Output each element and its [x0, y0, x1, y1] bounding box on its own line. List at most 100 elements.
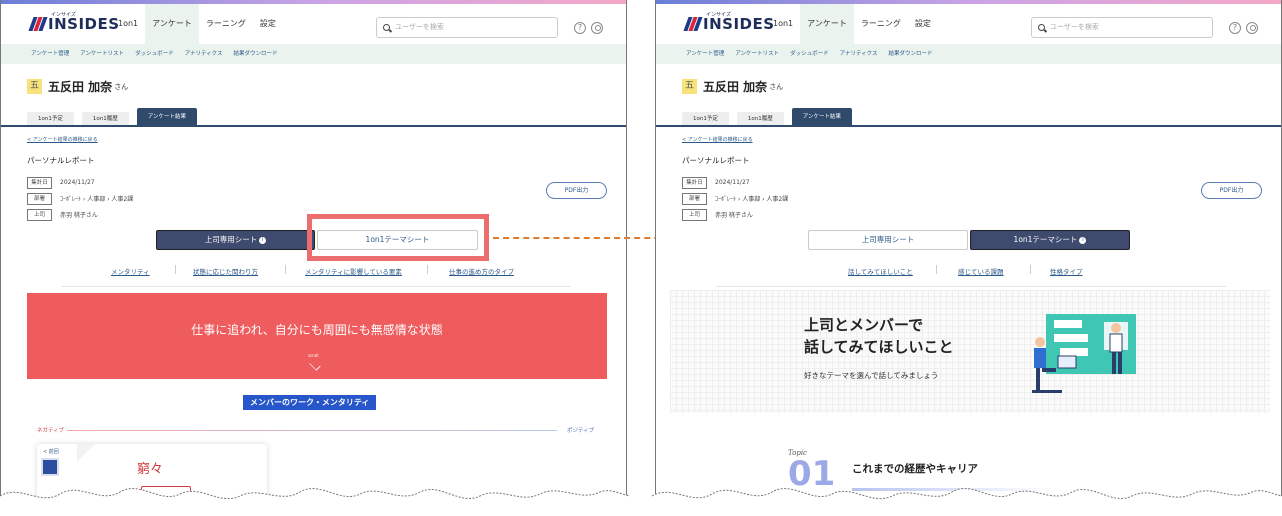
nav-survey[interactable]: アンケート	[145, 4, 199, 44]
torn-edge	[0, 488, 1282, 516]
person-suffix: さん	[114, 82, 129, 91]
search-icon	[1038, 24, 1045, 31]
info-row: 部署 ｺｰﾎﾟﾚｰﾄ › 人事部 › 人事2課	[27, 191, 133, 206]
state-banner: 仕事に追われ、自分にも周囲にも無感情な状態 scroll	[27, 293, 607, 379]
nav-survey[interactable]: アンケート	[800, 4, 854, 44]
subnav-survey-list[interactable]: アンケートリスト	[80, 44, 132, 64]
search-placeholder: ユーザーを検索	[1050, 23, 1099, 31]
subnav-survey-list[interactable]: アンケートリスト	[735, 44, 787, 64]
back-link[interactable]: < アンケート結果の推移に戻る	[682, 136, 753, 143]
theme-sheet-label: 1on1テーマシート	[1013, 235, 1078, 244]
link-work-style[interactable]: 仕事の進め方のタイプ	[449, 266, 514, 276]
pdf-export-button[interactable]: PDF出力	[546, 182, 607, 199]
info-label: 集計日	[27, 176, 52, 189]
top-nav: インサイズ INSIDES 1on1 アンケート ラーニング 設定 ユーザーを検…	[656, 4, 1281, 44]
pdf-export-label: PDF出力	[564, 187, 589, 194]
help-icon[interactable]: ?	[1229, 22, 1241, 34]
link-personality[interactable]: 性格タイプ	[1050, 266, 1083, 276]
subnav-analytics[interactable]: アナリティクス	[840, 44, 886, 64]
info-row: 部署 ｺｰﾎﾟﾚｰﾄ › 人事部 › 人事2課	[682, 191, 788, 206]
link-topics[interactable]: 話してみてほしいこと	[848, 266, 913, 276]
insides-logo[interactable]: インサイズ INSIDES	[28, 12, 120, 32]
link-factors[interactable]: メンタリティに影響している要素	[305, 266, 402, 276]
right-panel: インサイズ INSIDES 1on1 アンケート ラーニング 設定 ユーザーを検…	[655, 0, 1282, 516]
info-label: 上司	[682, 208, 707, 221]
boss-sheet-label: 上司専用シート	[204, 235, 258, 244]
main-nav: 1on1 アンケート ラーニング 設定	[111, 4, 283, 44]
subnav-download[interactable]: 結果ダウンロード	[888, 44, 940, 64]
topic-hero: 上司とメンバーで 話してみてほしいこと 好きなテーマを選んで話してみましょう	[670, 290, 1270, 413]
info-value: ｺｰﾎﾟﾚｰﾄ › 人事部 › 人事2課	[60, 196, 134, 203]
tab-1on1-history[interactable]: 1on1履歴	[736, 112, 784, 126]
logo-mark-icon	[683, 17, 703, 31]
hero-subtitle: 好きなテーマを選んで話してみましょう	[804, 371, 939, 380]
tab-survey-results[interactable]: アンケート結果	[791, 108, 852, 126]
main-nav: 1on1 アンケート ラーニング 設定	[766, 4, 938, 44]
section-badge: メンバーのワーク・メンタリティ	[243, 395, 377, 410]
search-input[interactable]: ユーザーを検索	[376, 17, 558, 38]
hero-title: 上司とメンバーで 話してみてほしいこと	[804, 314, 1004, 358]
nav-1on1[interactable]: 1on1	[766, 4, 800, 44]
nav-settings[interactable]: 設定	[253, 4, 283, 44]
tab-1on1-history[interactable]: 1on1履歴	[81, 112, 129, 126]
link-issues[interactable]: 感じている課題	[958, 266, 1004, 276]
person-header: 五 五反田 加奈 さん	[682, 78, 783, 95]
tab-survey-results[interactable]: アンケート結果	[136, 108, 197, 126]
nav-learning[interactable]: ラーニング	[199, 4, 253, 44]
person-name: 五反田 加奈	[48, 80, 113, 94]
info-label: 集計日	[682, 176, 707, 189]
tab-underline	[656, 125, 1281, 127]
divider	[716, 286, 1226, 287]
search-icon	[383, 24, 390, 31]
hero-title-line-2: 話してみてほしいこと	[804, 338, 954, 356]
previous-link[interactable]: < 前回	[43, 448, 59, 455]
link-separator	[936, 265, 937, 274]
chevron-down-icon	[309, 359, 321, 371]
nav-settings[interactable]: 設定	[908, 4, 938, 44]
info-label: 部署	[682, 192, 707, 205]
nav-learning[interactable]: ラーニング	[854, 4, 908, 44]
highlight-callout	[307, 214, 489, 261]
subnav-dashboard[interactable]: ダッシュボード	[135, 44, 182, 64]
back-link[interactable]: < アンケート結果の推移に戻る	[27, 136, 98, 143]
logo-sub: インサイズ	[51, 12, 76, 18]
boss-sheet-label: 上司専用シート	[861, 235, 915, 244]
info-label: 上司	[27, 208, 52, 221]
card-fold	[77, 444, 95, 462]
subnav-survey-management[interactable]: アンケート管理	[31, 44, 77, 64]
person-suffix: さん	[769, 82, 784, 91]
subnav-dashboard[interactable]: ダッシュボード	[790, 44, 837, 64]
insides-logo[interactable]: インサイズ INSIDES	[683, 12, 775, 32]
subnav-survey-management[interactable]: アンケート管理	[686, 44, 732, 64]
scale-negative-label: ネガティブ	[37, 428, 65, 434]
top-nav: インサイズ INSIDES 1on1 アンケート ラーニング 設定 ユーザーを検…	[1, 4, 626, 44]
info-value: 2024/11/27	[715, 179, 750, 186]
link-engagement[interactable]: 状態に応じた関わり方	[193, 266, 258, 276]
boss-sheet-button[interactable]: 上司専用シート i	[156, 230, 315, 250]
conversation-illustration-icon	[1032, 314, 1136, 393]
help-icon[interactable]: ?	[574, 22, 586, 34]
pdf-export-button[interactable]: PDF出力	[1201, 182, 1262, 199]
subnav-download[interactable]: 結果ダウンロード	[233, 44, 285, 64]
scale-positive-label: ポジティブ	[567, 428, 595, 434]
info-row: 集計日 2024/11/27	[682, 175, 788, 190]
tab-underline	[1, 125, 626, 127]
pdf-export-label: PDF出力	[1219, 187, 1244, 194]
hero-title-line-1: 上司とメンバーで	[804, 316, 924, 334]
link-mentality[interactable]: メンタリティ	[111, 266, 150, 276]
avatar: 五	[682, 79, 697, 94]
subnav-analytics[interactable]: アナリティクス	[185, 44, 231, 64]
info-icon: i	[259, 236, 267, 244]
boss-sheet-button[interactable]: 上司専用シート	[808, 230, 968, 250]
info-icon: i	[1079, 236, 1087, 244]
report-title: パーソナルレポート	[682, 156, 750, 165]
canvas: インサイズ INSIDES 1on1 アンケート ラーニング 設定 ユーザーを検…	[0, 0, 1282, 516]
tab-1on1-schedule[interactable]: 1on1予定	[27, 112, 74, 126]
nav-1on1[interactable]: 1on1	[111, 4, 145, 44]
user-account-icon[interactable]	[591, 22, 603, 34]
theme-sheet-button[interactable]: 1on1テーマシート i	[970, 230, 1130, 250]
user-account-icon[interactable]	[1246, 22, 1258, 34]
search-input[interactable]: ユーザーを検索	[1031, 17, 1213, 38]
sub-nav: アンケート管理 アンケートリスト ダッシュボード アナリティクス 結果ダウンロー…	[656, 44, 1281, 64]
tab-1on1-schedule[interactable]: 1on1予定	[682, 112, 729, 126]
